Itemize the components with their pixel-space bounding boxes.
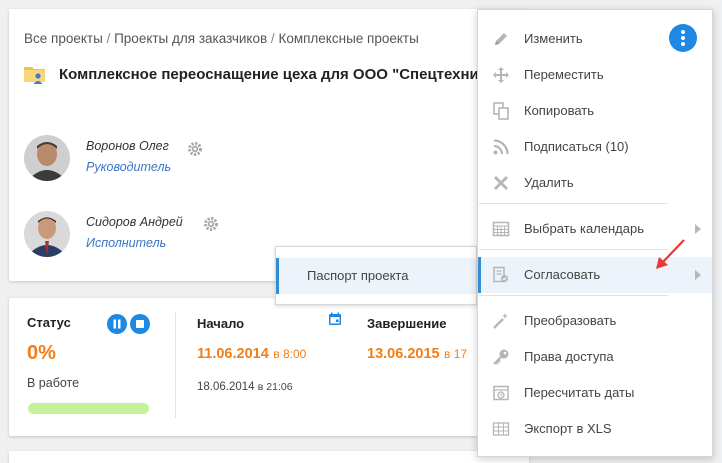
menu-separator: [479, 295, 668, 296]
person-role-link[interactable]: Исполнитель: [86, 236, 166, 250]
approve-icon: [492, 266, 510, 284]
pencil-icon: [492, 30, 510, 48]
breadcrumb-separator: /: [270, 31, 275, 46]
breadcrumb-separator: /: [106, 31, 111, 46]
menu-item-label: Согласовать: [524, 267, 601, 282]
menu-item-label: Пересчитать даты: [524, 385, 635, 400]
menu-item-label: Удалить: [524, 175, 574, 190]
submenu-item-project-passport[interactable]: Паспорт проекта: [276, 258, 476, 294]
menu-item-label: Экспорт в XLS: [524, 421, 612, 436]
person-name: Сидоров Андрей: [86, 215, 183, 229]
menu-item-recalculate-dates[interactable]: Пересчитать даты: [478, 375, 712, 411]
project-folder-icon: [23, 62, 47, 86]
menu-item-edit[interactable]: Изменить: [478, 21, 712, 57]
gear-icon[interactable]: [203, 216, 219, 232]
menu-item-label: Изменить: [524, 31, 583, 46]
start-date: 11.06.2014 в 8:00: [197, 345, 306, 363]
menu-item-export-xls[interactable]: Экспорт в XLS: [478, 411, 712, 447]
divider: [175, 312, 176, 418]
status-percent: 0%: [27, 342, 56, 364]
menu-item-label: Подписаться (10): [524, 139, 629, 154]
gear-icon[interactable]: [187, 141, 203, 157]
annotation-arrow: [656, 239, 685, 269]
menu-item-access-rights[interactable]: Права доступа: [478, 339, 712, 375]
menu-separator: [479, 203, 668, 204]
menu-item-convert[interactable]: Преобразовать: [478, 303, 712, 339]
calendar-icon[interactable]: [328, 312, 342, 326]
calendar-grid-icon: [492, 220, 510, 238]
menu-item-subscribe[interactable]: Подписаться (10): [478, 129, 712, 165]
end-date: 13.06.2015 в 17: [367, 345, 467, 363]
breadcrumb-client-projects[interactable]: Проекты для заказчиков: [114, 31, 267, 46]
breadcrumb: Все проекты / Проекты для заказчиков / К…: [24, 31, 419, 46]
approve-submenu: Паспорт проекта: [275, 246, 477, 305]
project-title-row: Комплексное переоснащение цеха для ООО "…: [23, 61, 479, 87]
start-date-value: 11.06.2014: [197, 346, 269, 362]
avatar[interactable]: [24, 211, 70, 257]
stop-icon: [136, 320, 144, 328]
end-label: Завершение: [367, 316, 447, 331]
copy-icon: [492, 102, 510, 120]
created-date: 18.06.2014 в 21:06: [197, 381, 293, 393]
menu-item-copy[interactable]: Копировать: [478, 93, 712, 129]
menu-item-label: Копировать: [524, 103, 594, 118]
menu-item-move[interactable]: Переместить: [478, 57, 712, 93]
chevron-right-icon: [695, 224, 701, 234]
start-time-value: в 8:00: [273, 347, 307, 361]
bottom-card: [9, 451, 529, 463]
recalc-icon: [492, 384, 510, 402]
breadcrumb-all-projects[interactable]: Все проекты: [24, 31, 103, 46]
actions-menu: Изменить Переместить Копировать Подписат…: [477, 9, 713, 457]
menu-separator: [479, 249, 668, 250]
key-icon: [492, 348, 510, 366]
chevron-right-icon: [695, 270, 701, 280]
person-role-link[interactable]: Руководитель: [86, 160, 171, 174]
status-label: Статус: [27, 315, 71, 330]
rss-icon: [492, 138, 510, 156]
start-label: Начало: [197, 316, 245, 331]
pause-button[interactable]: [107, 314, 127, 334]
created-date-value: 18.06.2014: [197, 381, 255, 393]
menu-item-label: Выбрать календарь: [524, 221, 644, 236]
created-time-value: в 21:06: [257, 381, 293, 393]
project-card: Все проекты / Проекты для заказчиков / К…: [9, 9, 529, 281]
stop-button[interactable]: [130, 314, 150, 334]
person-name: Воронов Олег: [86, 139, 169, 153]
status-card: Статус 0% В работе Начало 11.06.2014 в 8…: [9, 298, 529, 436]
menu-item-label: Переместить: [524, 67, 604, 82]
table-icon: [492, 420, 510, 438]
avatar[interactable]: [24, 135, 70, 181]
menu-item-label: Права доступа: [524, 349, 614, 364]
project-title: Комплексное переоснащение цеха для ООО "…: [59, 65, 479, 83]
menu-item-delete[interactable]: Удалить: [478, 165, 712, 201]
progress-bar: [28, 403, 149, 414]
status-block: Статус: [27, 314, 71, 332]
status-state: В работе: [27, 376, 80, 390]
pause-icon: [113, 319, 121, 329]
magic-wand-icon: [492, 312, 510, 330]
menu-item-label: Преобразовать: [524, 313, 617, 328]
close-icon: [492, 174, 510, 192]
breadcrumb-complex-projects[interactable]: Комплексные проекты: [278, 31, 418, 46]
end-date-value: 13.06.2015: [367, 346, 440, 362]
move-icon: [492, 66, 510, 84]
end-time-value: в 17: [444, 347, 468, 361]
